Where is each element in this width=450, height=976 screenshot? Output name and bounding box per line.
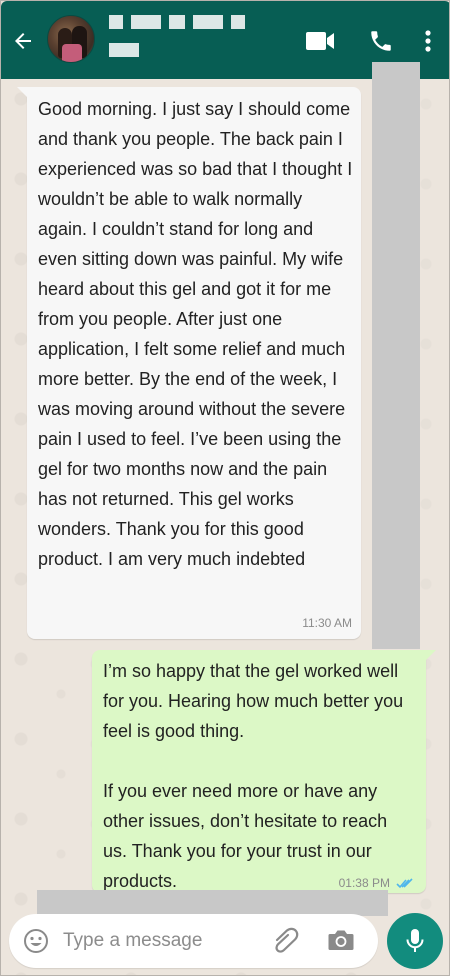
contact-status-redacted (109, 43, 139, 57)
redaction-block (372, 62, 420, 649)
incoming-message[interactable]: Good morning. I just say I should come a… (17, 87, 361, 639)
message-timestamp: 11:30 AM (302, 616, 352, 630)
message-composer (9, 914, 378, 968)
more-vertical-icon (425, 30, 431, 52)
camera-button[interactable] (327, 928, 355, 954)
attach-button[interactable] (271, 927, 301, 955)
message-text: Good morning. I just say I should come a… (38, 99, 358, 569)
voice-message-button[interactable] (387, 913, 443, 969)
emoji-icon (24, 929, 48, 953)
video-call-button[interactable] (304, 25, 336, 57)
back-button[interactable] (9, 27, 37, 55)
menu-button[interactable] (417, 25, 439, 57)
microphone-icon (406, 929, 424, 952)
camera-icon (328, 930, 354, 950)
voice-call-button[interactable] (365, 25, 397, 57)
chat-window: Good morning. I just say I should come a… (0, 0, 450, 976)
phone-icon (371, 31, 391, 51)
emoji-button[interactable] (23, 928, 49, 954)
redaction-block (37, 890, 388, 916)
message-text: I’m so happy that the gel worked well fo… (103, 661, 404, 891)
message-timestamp: 01:38 PM (339, 876, 414, 890)
avatar[interactable] (47, 15, 95, 63)
message-time: 01:38 PM (338, 876, 390, 890)
arrow-left-icon (15, 33, 31, 49)
message-input[interactable] (63, 927, 263, 955)
contact-name-redacted[interactable] (109, 15, 245, 29)
double-check-icon (396, 877, 413, 888)
outgoing-message[interactable]: I’m so happy that the gel worked well fo… (92, 650, 436, 893)
paperclip-icon (275, 927, 299, 953)
message-time: 11:30 AM (302, 616, 352, 630)
video-camera-icon (306, 32, 334, 50)
